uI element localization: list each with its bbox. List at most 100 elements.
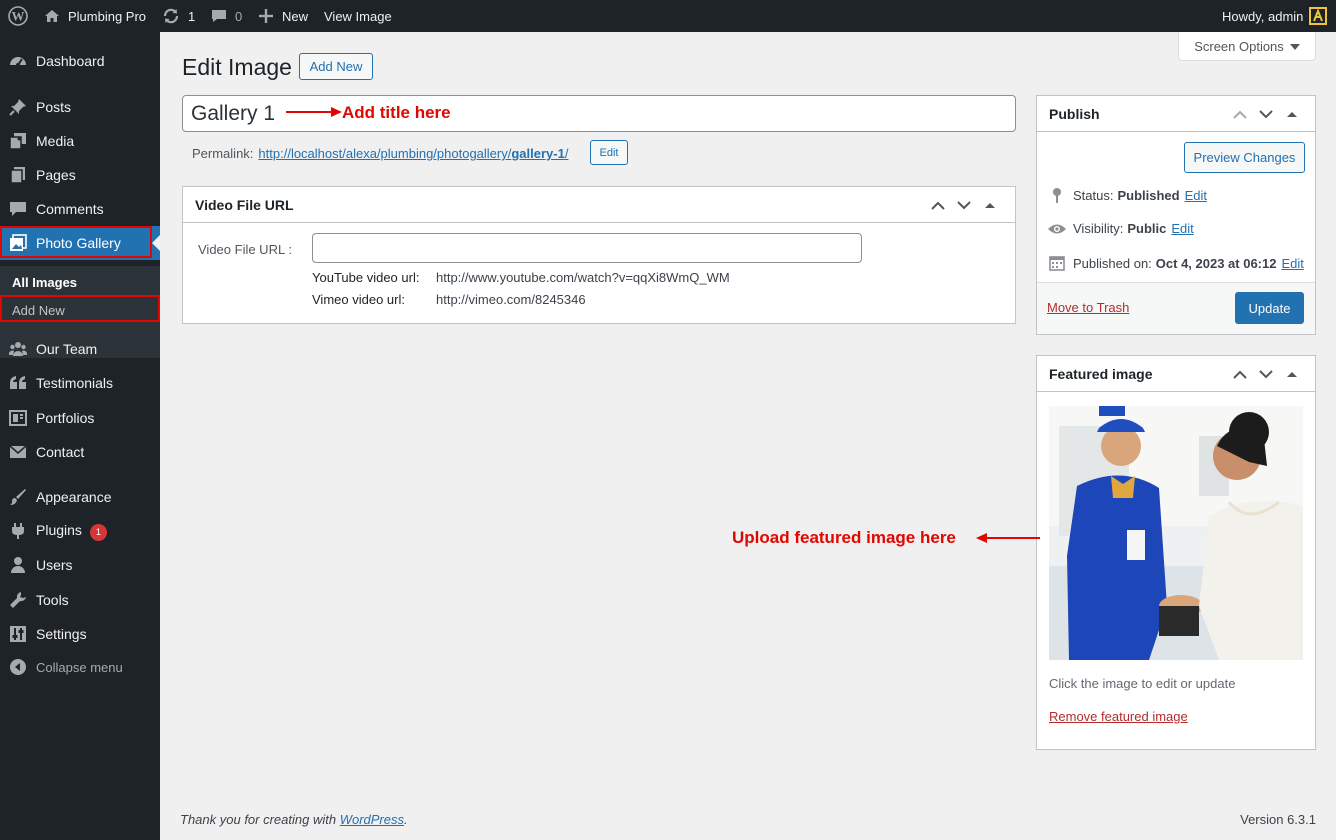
move-down-icon[interactable]	[1257, 366, 1275, 382]
title-value: Gallery 1	[191, 101, 276, 125]
admin-bar: W Plumbing Pro 1 0 New View Image Howdy,…	[0, 0, 1336, 32]
menu-contact[interactable]: Contact	[0, 435, 160, 469]
metabox-title: Video File URL	[195, 196, 294, 213]
new-content-link[interactable]: New	[259, 0, 308, 32]
metabox-header: Publish	[1037, 96, 1315, 132]
metabox-header: Featured image	[1037, 356, 1315, 392]
menu-portfolios[interactable]: Portfolios	[0, 401, 160, 435]
calendar-icon	[1047, 255, 1067, 271]
menu-label: Appearance	[36, 489, 112, 505]
view-image-label: View Image	[324, 8, 392, 24]
add-new-button[interactable]: Add New	[299, 53, 373, 80]
video-field-label: Video File URL :	[198, 242, 292, 257]
menu-label: Collapse menu	[36, 659, 123, 675]
metabox-controls	[1231, 106, 1301, 122]
menu-testimonials[interactable]: Testimonials	[0, 366, 160, 400]
menu-users[interactable]: Users	[0, 548, 160, 582]
highlight-box-photo-gallery	[0, 226, 152, 258]
caret-down-icon	[1289, 39, 1300, 54]
menu-posts[interactable]: Posts	[0, 90, 160, 124]
toggle-panel-icon[interactable]	[981, 197, 999, 213]
menu-label: Dashboard	[36, 53, 105, 69]
vimeo-example: http://vimeo.com/8245346	[436, 292, 586, 307]
menu-collapse[interactable]: Collapse menu	[0, 650, 160, 684]
menu-comments[interactable]: Comments	[0, 192, 160, 226]
menu-label: Settings	[36, 626, 87, 642]
comments-link[interactable]: 0	[211, 0, 242, 32]
metabox-title: Publish	[1049, 105, 1100, 122]
svg-text:W: W	[12, 9, 25, 24]
published-label: Published on:	[1073, 255, 1152, 271]
menu-plugins[interactable]: Plugins 1	[0, 514, 160, 548]
published-value: Oct 4, 2023 at 06:12	[1155, 255, 1277, 271]
menu-media[interactable]: Media	[0, 124, 160, 158]
screen-options-button[interactable]: Screen Options	[1178, 32, 1316, 61]
arrow-right-annotation-icon	[286, 106, 342, 121]
comment-icon	[9, 200, 27, 218]
move-to-trash-link[interactable]: Move to Trash	[1047, 300, 1129, 315]
update-button[interactable]: Update	[1235, 292, 1304, 324]
video-url-input[interactable]	[312, 233, 862, 263]
move-down-icon[interactable]	[955, 197, 973, 213]
pin-status-icon	[1047, 187, 1067, 203]
active-menu-pointer	[152, 235, 160, 251]
media-icon	[9, 132, 27, 150]
updates-count: 1	[188, 8, 196, 24]
view-image-link[interactable]: View Image	[324, 0, 392, 32]
published-edit-link[interactable]: Edit	[1281, 256, 1303, 271]
metabox-controls	[929, 197, 999, 213]
collapse-icon	[9, 658, 27, 676]
wordpress-link[interactable]: WordPress	[340, 812, 404, 827]
pin-icon	[9, 98, 27, 116]
visibility-edit-link[interactable]: Edit	[1171, 221, 1193, 236]
menu-our-team[interactable]: Our Team	[0, 332, 160, 366]
published-on-row: Published on: Oct 4, 2023 at 06:12 Edit	[1047, 255, 1304, 271]
toggle-panel-icon[interactable]	[1283, 106, 1301, 122]
featured-image-hint: Click the image to edit or update	[1049, 676, 1236, 691]
move-up-icon[interactable]	[1231, 106, 1249, 122]
pages-icon	[9, 166, 27, 184]
wordpress-logo-icon[interactable]: W	[8, 0, 28, 32]
permalink-slug: gallery-1	[511, 146, 565, 161]
plugin-icon	[9, 522, 27, 540]
permalink-link[interactable]: http://localhost/alexa/plumbing/photogal…	[258, 146, 568, 161]
move-up-icon[interactable]	[1231, 366, 1249, 382]
menu-label: Portfolios	[36, 410, 95, 426]
preview-changes-button[interactable]: Preview Changes	[1184, 142, 1305, 173]
menu-label: Tools	[36, 592, 69, 608]
site-name: Plumbing Pro	[68, 8, 147, 24]
menu-pages[interactable]: Pages	[0, 158, 160, 192]
status-label: Status:	[1073, 187, 1114, 203]
menu-label: Our Team	[36, 341, 98, 357]
plugins-update-badge: 1	[89, 523, 107, 541]
update-icon	[162, 7, 180, 25]
menu-label: Contact	[36, 444, 85, 460]
highlight-box-add-new	[0, 295, 160, 322]
site-name-link[interactable]: Plumbing Pro	[44, 0, 146, 32]
status-edit-link[interactable]: Edit	[1185, 188, 1207, 203]
featured-image-thumbnail[interactable]	[1049, 406, 1303, 660]
version-text: Version 6.3.1	[1240, 812, 1316, 827]
menu-dashboard[interactable]: Dashboard	[0, 44, 160, 78]
permalink-edit-button[interactable]: Edit	[590, 140, 628, 165]
menu-appearance[interactable]: Appearance	[0, 480, 160, 514]
quote-icon	[9, 374, 27, 392]
toggle-panel-icon[interactable]	[1283, 366, 1301, 382]
remove-featured-image-link[interactable]: Remove featured image	[1049, 709, 1188, 724]
updates-link[interactable]: 1	[162, 0, 195, 32]
featured-image-annotation: Upload featured image here	[732, 528, 956, 547]
publish-actions: Move to Trash Update	[1037, 282, 1315, 334]
my-account-link[interactable]: Howdy, admin	[1222, 0, 1328, 32]
menu-tools[interactable]: Tools	[0, 583, 160, 617]
footer-thanks-prefix: Thank you for creating with	[180, 812, 340, 827]
permalink-row: Permalink: http://localhost/alexa/plumbi…	[192, 146, 568, 161]
avatar	[1309, 7, 1328, 25]
visibility-row: Visibility: Public Edit	[1047, 221, 1194, 236]
move-up-icon[interactable]	[929, 197, 947, 213]
submenu-all-images[interactable]: All Images	[12, 275, 77, 290]
plugins-label: Plugins	[36, 521, 82, 538]
comments-count: 0	[235, 8, 243, 24]
howdy-text: Howdy, admin	[1222, 8, 1304, 24]
move-down-icon[interactable]	[1257, 106, 1275, 122]
menu-settings[interactable]: Settings	[0, 617, 160, 651]
